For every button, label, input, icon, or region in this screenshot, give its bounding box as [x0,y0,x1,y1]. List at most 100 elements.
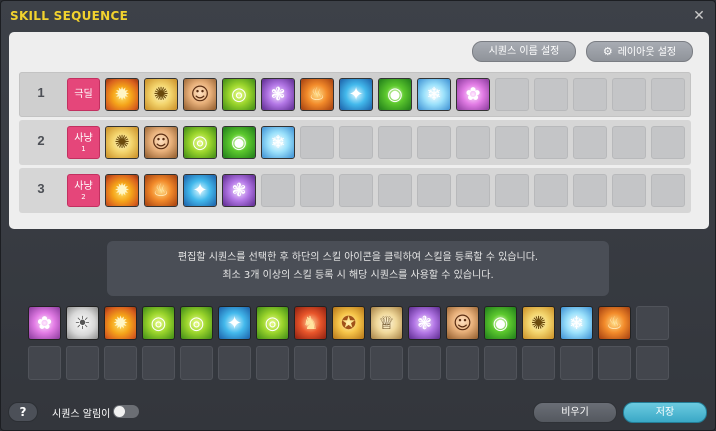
empty-slot[interactable] [378,126,412,159]
blue-skill-icon[interactable]: ✦ [339,78,373,111]
save-button[interactable]: 저장 [623,402,707,423]
empty-slot[interactable] [300,174,334,207]
skill-art: ✦ [219,307,250,339]
empty-slot[interactable] [522,346,555,380]
eye-skill-icon[interactable]: ◉ [484,306,517,340]
white-skill-icon[interactable]: ☀ [66,306,99,340]
empty-slot[interactable] [378,174,412,207]
empty-slot[interactable] [651,126,685,159]
purple-skill-icon[interactable]: ❃ [222,174,256,207]
face-skill-icon[interactable]: ☺ [446,306,479,340]
red-skill-icon[interactable]: ♞ [294,306,327,340]
sequence-row-2[interactable]: 2 사냥 1 ✺ ☺ ◎ ◉ ❄ [19,120,691,165]
empty-slot[interactable] [446,346,479,380]
blue-skill-icon[interactable]: ✦ [218,306,251,340]
pink-skill-icon[interactable]: ✿ [28,306,61,340]
fire-skill-icon[interactable]: ✹ [105,174,139,207]
empty-slot[interactable] [484,346,517,380]
empty-slot[interactable] [573,174,607,207]
empty-slot[interactable] [104,346,137,380]
ice-skill-icon[interactable]: ❄ [560,306,593,340]
eye-skill-icon[interactable]: ◉ [222,126,256,159]
empty-slot[interactable] [534,126,568,159]
empty-slot[interactable] [534,78,568,111]
pink-skill-icon[interactable]: ✿ [456,78,490,111]
sequence-name-badge[interactable]: 사냥 1 [67,126,100,159]
sun-skill-icon[interactable]: ✪ [332,306,365,340]
empty-slot[interactable] [612,78,646,111]
gold-skill-icon[interactable]: ✺ [522,306,555,340]
skill-art: ♨ [301,79,333,110]
help-button[interactable]: ? [8,402,38,422]
green-skill-icon[interactable]: ◎ [183,126,217,159]
sequence-row-1[interactable]: 1 극딜 ✹ ✺ ☺ ◎ ❃ ♨ ✦ ◉ ❄ ✿ [19,72,691,117]
fire-skill-icon[interactable]: ✹ [104,306,137,340]
gold-skill-icon[interactable]: ✺ [144,78,178,111]
empty-slot[interactable] [408,346,441,380]
empty-slot[interactable] [417,126,451,159]
sage-skill-icon[interactable]: ♕ [370,306,403,340]
empty-slot[interactable] [142,346,175,380]
empty-slot[interactable] [300,126,334,159]
green-skill-icon[interactable]: ◎ [180,306,213,340]
sequence-name-sub: 1 [81,144,86,153]
face-skill-icon[interactable]: ☺ [144,126,178,159]
empty-slot[interactable] [417,174,451,207]
sequence-number: 1 [37,85,45,100]
empty-slot[interactable] [651,78,685,111]
green-skill-icon[interactable]: ◎ [256,306,289,340]
purple-skill-icon[interactable]: ❃ [408,306,441,340]
empty-slot[interactable] [612,174,646,207]
empty-slot[interactable] [218,346,251,380]
empty-slot[interactable] [332,346,365,380]
notify-label: 시퀀스 알림이 [52,409,111,420]
empty-slot[interactable] [636,306,669,340]
sequence-row-3[interactable]: 3 사냥 2 ✹ ♨ ✦ ❃ [19,168,691,213]
layout-settings-button[interactable]: ⚙ 레이아웃 설정 [586,41,693,62]
empty-slot[interactable] [66,346,99,380]
empty-slot[interactable] [573,126,607,159]
blue-skill-icon[interactable]: ✦ [183,174,217,207]
notify-toggle[interactable] [113,405,139,418]
empty-slot[interactable] [560,346,593,380]
sequence-name-badge[interactable]: 극딜 [67,78,100,111]
empty-slot[interactable] [456,174,490,207]
skill-art: ❃ [223,175,255,206]
ice-skill-icon[interactable]: ❄ [261,126,295,159]
empty-slot[interactable] [28,346,61,380]
purple-skill-icon[interactable]: ❃ [261,78,295,111]
orange-skill-icon[interactable]: ♨ [300,78,334,111]
eye-skill-icon[interactable]: ◉ [378,78,412,111]
empty-slot[interactable] [612,126,646,159]
empty-slot[interactable] [294,346,327,380]
fire-skill-icon[interactable]: ✹ [105,78,139,111]
green-skill-icon[interactable]: ◎ [222,78,256,111]
gold-skill-icon[interactable]: ✺ [105,126,139,159]
green-skill-icon[interactable]: ◎ [142,306,175,340]
empty-slot[interactable] [261,174,295,207]
empty-slot[interactable] [495,126,529,159]
empty-slot[interactable] [370,346,403,380]
ice-skill-icon[interactable]: ❄ [417,78,451,111]
empty-slot[interactable] [256,346,289,380]
empty-slot[interactable] [456,126,490,159]
sequence-name-badge[interactable]: 사냥 2 [67,174,100,207]
empty-slot[interactable] [651,174,685,207]
sequence-name: 사냥 [74,180,93,192]
empty-slot[interactable] [339,174,373,207]
empty-slot[interactable] [339,126,373,159]
empty-slot[interactable] [534,174,568,207]
close-button[interactable]: ✕ [691,8,707,24]
empty-slot[interactable] [495,78,529,111]
empty-slot[interactable] [598,346,631,380]
clear-button[interactable]: 비우기 [533,402,617,423]
skill-art: ♨ [145,175,177,206]
face-skill-icon[interactable]: ☺ [183,78,217,111]
empty-slot[interactable] [573,78,607,111]
empty-slot[interactable] [495,174,529,207]
rename-sequence-button[interactable]: 시퀀스 이름 설정 [472,41,576,62]
empty-slot[interactable] [180,346,213,380]
orange-skill-icon[interactable]: ♨ [598,306,631,340]
orange-skill-icon[interactable]: ♨ [144,174,178,207]
empty-slot[interactable] [636,346,669,380]
